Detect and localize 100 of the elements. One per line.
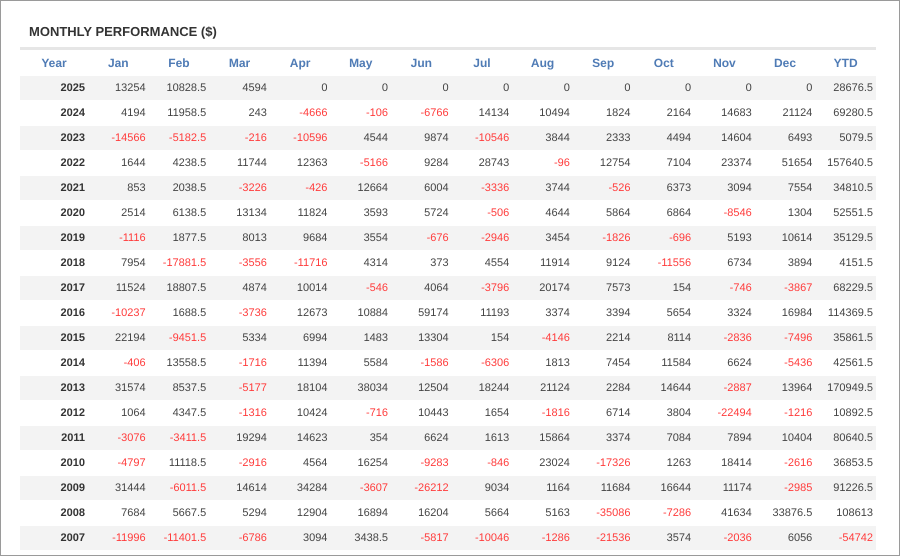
value-cell-text: 1824 (605, 106, 632, 121)
column-header: May (330, 48, 392, 76)
value-cell: 3454 (512, 226, 573, 250)
value-cell-text: 1644 (120, 156, 147, 171)
value-cell-text: 4314 (362, 256, 390, 271)
value-cell-text: -4666 (298, 106, 328, 121)
value-cell-text: -106 (365, 106, 390, 121)
value-cell-text: 6624 (726, 356, 753, 371)
value-cell-text: 3374 (544, 306, 571, 321)
value-cell-text: 3394 (605, 306, 632, 321)
year-cell-text: 2016 (60, 306, 86, 321)
value-cell: 19294 (209, 426, 270, 450)
value-cell-text: -17881.5 (162, 256, 208, 271)
year-cell: 2007 (20, 526, 88, 550)
value-cell: 31444 (88, 476, 149, 500)
value-cell: -2036 (694, 526, 755, 550)
value-cell: 20174 (512, 276, 573, 300)
value-cell: 3574 (633, 526, 694, 550)
value-cell: -1286 (512, 526, 573, 550)
value-cell: 7573 (572, 276, 634, 300)
value-cell: 10828.5 (148, 76, 210, 100)
section-title: MONTHLY PERFORMANCE ($) (29, 23, 218, 41)
value-cell: 0 (633, 76, 694, 100)
value-cell-text: -716 (365, 406, 390, 421)
value-cell-text: 11584 (660, 356, 692, 371)
value-cell-text: 18414 (720, 456, 753, 471)
value-cell: 18104 (270, 376, 330, 400)
value-cell-text: 4238.5 (172, 156, 208, 171)
value-cell: 1483 (330, 326, 392, 350)
column-header: Nov (694, 48, 755, 76)
value-cell-text: -35086 (595, 506, 632, 521)
value-cell: -696 (633, 226, 694, 250)
value-cell-text: 4151.5 (838, 256, 874, 271)
value-cell: 8537.5 (148, 376, 210, 400)
value-cell-text: 59174 (417, 306, 450, 321)
value-cell: 10614 (754, 226, 816, 250)
value-cell-text: -9283 (420, 456, 450, 471)
value-cell: -3226 (209, 176, 270, 200)
value-cell-text: -22494 (716, 406, 753, 421)
value-cell-text: -846 (486, 456, 510, 471)
value-cell-text: 16984 (780, 306, 814, 321)
value-cell-text: 5654 (666, 306, 692, 321)
value-cell: 8114 (633, 326, 694, 350)
value-cell: -10046 (452, 526, 512, 550)
value-cell: 11684 (572, 476, 634, 500)
value-cell: 3374 (572, 426, 634, 450)
column-header: Jul (452, 48, 512, 76)
value-cell-text: -6766 (420, 106, 450, 121)
value-cell: -11401.5 (148, 526, 210, 550)
value-cell: 3554 (330, 226, 392, 250)
value-cell-text: 3804 (666, 406, 692, 421)
value-cell-text: 16204 (417, 506, 450, 521)
value-cell-text: 13558.5 (165, 356, 208, 371)
value-cell: -1826 (572, 226, 634, 250)
year-cell-text: 2020 (60, 206, 86, 221)
value-cell: 8013 (209, 226, 270, 250)
value-cell: 0 (754, 76, 816, 100)
value-cell-text: 11394 (296, 356, 328, 371)
value-cell-text: 1654 (484, 406, 510, 421)
value-cell-text: 5294 (241, 506, 268, 521)
value-cell-text: 5667.5 (172, 506, 208, 521)
value-cell: 3438.5 (330, 526, 392, 550)
value-cell-text: 7454 (605, 356, 632, 371)
value-cell-text: 2164 (666, 106, 692, 121)
column-header: Mar (209, 48, 270, 76)
value-cell-text: 3324 (726, 306, 753, 321)
value-cell-text: 5163 (544, 506, 571, 521)
value-cell-text: 1304 (786, 206, 814, 221)
value-cell-text: -2916 (238, 456, 268, 471)
value-cell-text: 6138.5 (172, 206, 208, 221)
value-cell: -7496 (754, 326, 816, 350)
year-cell-text: 2022 (60, 156, 86, 171)
year-cell: 2021 (20, 176, 88, 200)
value-cell-text: 6864 (666, 206, 692, 221)
value-cell-text: -5436 (783, 356, 814, 371)
value-cell: 0 (694, 76, 755, 100)
year-cell-text: 2018 (60, 256, 86, 271)
value-cell-text: 33876.5 (772, 506, 814, 521)
value-cell: -526 (572, 176, 634, 200)
value-cell: -6011.5 (148, 476, 210, 500)
value-cell-text: 28743 (478, 156, 510, 171)
value-cell-text: 69280.5 (832, 106, 874, 121)
value-cell-text: 10884 (356, 306, 390, 321)
value-cell: 18807.5 (148, 276, 210, 300)
value-cell-text: -8546 (722, 206, 753, 221)
value-cell: 6994 (270, 326, 330, 350)
value-cell-text: 4564 (302, 456, 328, 471)
value-cell: -2946 (452, 226, 512, 250)
value-cell: 154 (633, 276, 694, 300)
year-cell-text: 2010 (60, 456, 86, 471)
value-cell: 170949.5 (815, 376, 876, 400)
year-cell-text: 2008 (60, 506, 86, 521)
value-cell: -426 (270, 176, 330, 200)
value-cell-text: 4347.5 (172, 406, 208, 421)
value-cell: 4064 (391, 276, 452, 300)
value-cell-text: 14683 (720, 106, 753, 121)
value-cell: 6004 (391, 176, 452, 200)
value-cell-text: 3593 (362, 206, 390, 221)
value-cell: -5182.5 (148, 126, 210, 150)
value-cell: 7894 (694, 426, 755, 450)
